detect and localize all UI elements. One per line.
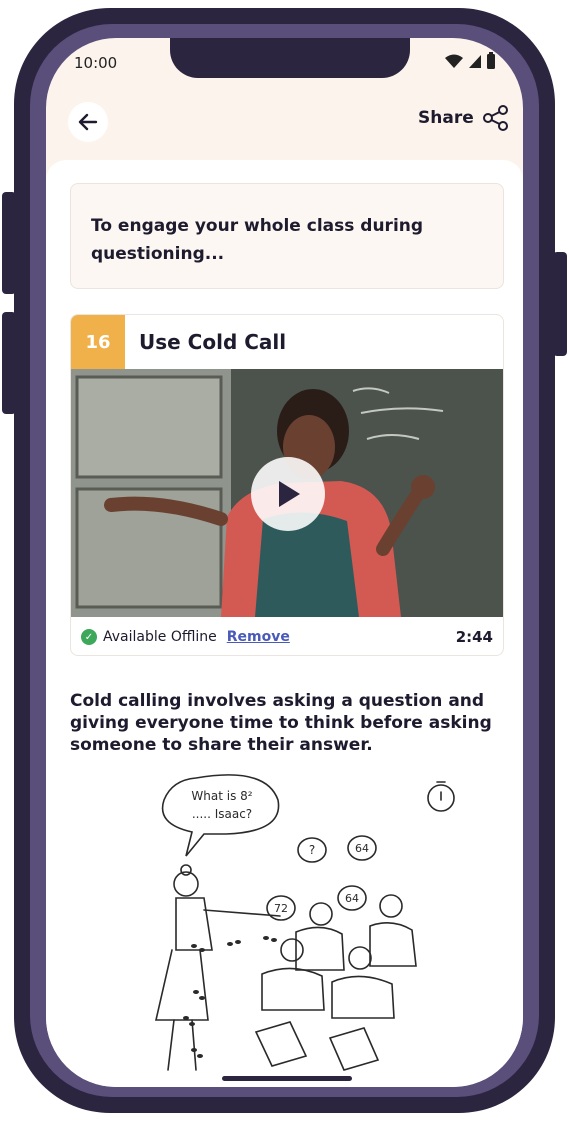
status-time: 10:00 bbox=[74, 54, 118, 72]
video-player[interactable] bbox=[71, 369, 503, 617]
back-button[interactable] bbox=[68, 102, 108, 142]
play-icon bbox=[279, 481, 300, 507]
arrow-left-icon bbox=[78, 113, 98, 131]
remove-link[interactable]: Remove bbox=[227, 629, 290, 645]
share-icon bbox=[482, 105, 508, 131]
technique-header: 16 Use Cold Call bbox=[71, 315, 503, 369]
speech-line-1: What is 8² bbox=[191, 789, 252, 803]
play-button[interactable] bbox=[251, 457, 325, 531]
intro-text: To engage your whole class during questi… bbox=[91, 216, 424, 264]
technique-description: Cold calling involves asking a question … bbox=[70, 691, 492, 755]
technique-number: 16 bbox=[71, 315, 125, 369]
offline-label: Available Offline bbox=[103, 629, 217, 645]
bubble-question: ? bbox=[309, 843, 315, 857]
wifi-icon bbox=[445, 54, 463, 68]
intro-card: To engage your whole class during questi… bbox=[70, 183, 504, 289]
battery-icon bbox=[487, 52, 495, 69]
speech-line-2: ..... Isaac? bbox=[192, 807, 252, 821]
phone-notch bbox=[170, 38, 410, 78]
bubble-answer-b: 72 bbox=[274, 902, 288, 915]
technique-footer: ✓ Available Offline Remove 2:44 bbox=[71, 617, 503, 655]
content-panel: To engage your whole class during questi… bbox=[46, 160, 523, 1087]
technique-title: Use Cold Call bbox=[139, 330, 287, 354]
technique-card[interactable]: 16 Use Cold Call ✓ Available Offline Rem… bbox=[70, 314, 504, 656]
share-button[interactable]: Share bbox=[418, 104, 510, 132]
video-duration: 2:44 bbox=[455, 628, 493, 646]
share-label: Share bbox=[418, 108, 474, 128]
phone-screen: 10:00 Share To engage your whole class d… bbox=[46, 38, 523, 1087]
signal-icon bbox=[469, 55, 481, 68]
cold-call-illustration: What is 8² ..... Isaac? ? 64 72 64 bbox=[154, 774, 455, 1071]
bubble-answer-a: 64 bbox=[355, 842, 369, 855]
home-indicator[interactable] bbox=[222, 1076, 352, 1081]
bubble-answer-c: 64 bbox=[345, 892, 359, 905]
offline-check-icon: ✓ bbox=[81, 629, 97, 645]
power-button bbox=[553, 252, 567, 356]
status-icons bbox=[444, 52, 496, 70]
